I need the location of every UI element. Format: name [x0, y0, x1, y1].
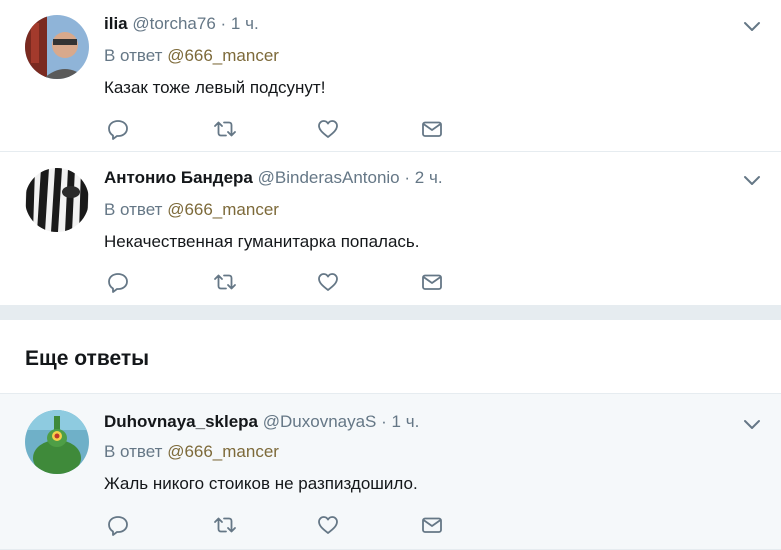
timestamp[interactable]: 1 ч.	[392, 412, 420, 431]
reply-prefix: В ответ	[104, 442, 163, 461]
tweet-2[interactable]: Антонио Бандера @BinderasAntonio · 2 ч. …	[0, 152, 781, 306]
chevron-down-icon[interactable]	[742, 414, 762, 434]
reply-context: В ответ @666_mancer	[104, 442, 279, 462]
envelope-icon[interactable]	[420, 513, 446, 537]
separator: ·	[381, 412, 387, 431]
retweet-icon[interactable]	[212, 117, 238, 141]
tweet-3[interactable]: Duhovnaya_sklepa @DuxovnayaS · 1 ч. В от…	[0, 394, 781, 550]
reply-icon[interactable]	[106, 117, 132, 141]
envelope-icon[interactable]	[420, 270, 446, 294]
reply-prefix: В ответ	[104, 200, 163, 219]
tweet-header: ilia @torcha76 · 1 ч.	[104, 14, 259, 34]
tweet-actions	[104, 513, 464, 537]
author-handle[interactable]: @torcha76	[132, 14, 215, 33]
chevron-down-icon[interactable]	[742, 170, 762, 190]
author-handle[interactable]: @DuxovnayaS	[263, 412, 377, 431]
avatar[interactable]	[25, 410, 89, 474]
tweet-header: Антонио Бандера @BinderasAntonio · 2 ч.	[104, 168, 443, 188]
timestamp[interactable]: 2 ч.	[415, 168, 443, 187]
tweet-text: Жаль никого стоиков не разпиздошило.	[104, 474, 418, 493]
mention-link[interactable]: @666_mancer	[167, 46, 279, 65]
separator: ·	[220, 14, 227, 33]
tweet-text: Некачественная гуманитарка попалась.	[104, 232, 420, 251]
tweet-actions	[104, 117, 464, 141]
reply-icon[interactable]	[106, 513, 132, 537]
section-title: Еще ответы	[25, 347, 150, 370]
tweet-header: Duhovnaya_sklepa @DuxovnayaS · 1 ч.	[104, 412, 419, 432]
timestamp[interactable]: 1 ч.	[231, 14, 259, 33]
reply-icon[interactable]	[106, 270, 132, 294]
retweet-icon[interactable]	[212, 270, 238, 294]
reply-context: В ответ @666_mancer	[104, 46, 279, 66]
avatar[interactable]	[25, 168, 89, 232]
author-name[interactable]: Duhovnaya_sklepa	[104, 412, 258, 431]
heart-icon[interactable]	[316, 117, 342, 141]
tweet-text: Казак тоже левый подсунут!	[104, 78, 326, 97]
tweet-actions	[104, 270, 464, 294]
chevron-down-icon[interactable]	[742, 16, 762, 36]
author-name[interactable]: ilia	[104, 14, 128, 33]
envelope-icon[interactable]	[420, 117, 446, 141]
author-handle[interactable]: @BinderasAntonio	[258, 168, 400, 187]
mention-link[interactable]: @666_mancer	[167, 442, 279, 461]
tweet-1[interactable]: ilia @torcha76 · 1 ч. В ответ @666_mance…	[0, 0, 781, 152]
reply-context: В ответ @666_mancer	[104, 200, 279, 220]
author-name[interactable]: Антонио Бандера	[104, 168, 253, 187]
separator: ·	[404, 168, 411, 187]
reply-prefix: В ответ	[104, 46, 163, 65]
retweet-icon[interactable]	[212, 513, 238, 537]
heart-icon[interactable]	[316, 270, 342, 294]
heart-icon[interactable]	[316, 513, 342, 537]
mention-link[interactable]: @666_mancer	[167, 200, 279, 219]
more-replies-section: Еще ответы	[0, 320, 781, 394]
avatar[interactable]	[25, 15, 89, 79]
